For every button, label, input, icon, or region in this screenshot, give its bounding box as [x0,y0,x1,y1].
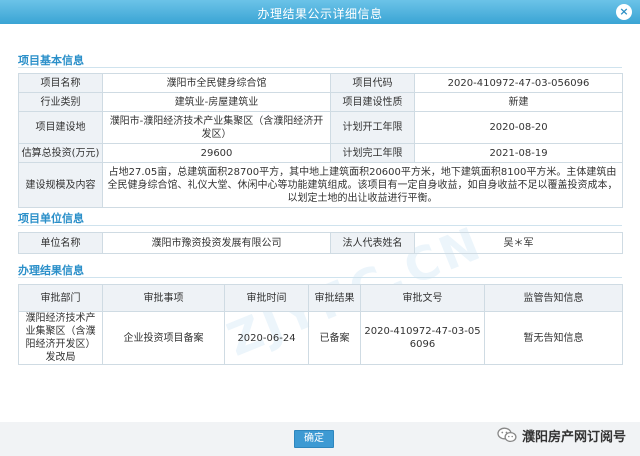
column-header: 审批结果 [308,284,361,312]
window-title: 办理结果公示详细信息 [257,7,383,21]
table-row: 估算总投资(万元) 29600 计划完工年限 2021-08-19 [18,143,623,163]
scale-content-cell: 占地27.05亩，总建筑面积28700平方，其中地上建筑面积20600平方米，地… [102,162,623,208]
table-row: 项目名称 濮阳市全民健身综合馆 项目代码 2020-410972-47-03-0… [18,73,623,93]
dialog-content: ZJYFC.CN 项目基本信息 项目名称 濮阳市全民健身综合馆 项目代码 202… [0,24,640,422]
column-header: 审批事项 [102,284,225,312]
unit-info-table: 单位名称 濮阳市豫资投资发展有限公司 法人代表姓名 吴＊军 [18,232,623,254]
label-cell: 项目名称 [18,73,103,93]
table-header-row: 审批部门 审批事项 审批时间 审批结果 审批文号 监管告知信息 [18,284,623,312]
basic-info-table: 项目名称 濮阳市全民健身综合馆 项目代码 2020-410972-47-03-0… [18,73,623,208]
section-title-unit: 项目单位信息 [18,212,84,225]
value-cell: 吴＊军 [414,232,623,254]
label-cell: 行业类别 [18,92,103,112]
confirm-button[interactable]: 确定 [294,430,334,448]
label-cell: 法人代表姓名 [330,232,415,254]
label-cell: 单位名称 [18,232,103,254]
label-cell: 项目建设性质 [330,92,415,112]
value-cell: 濮阳市-濮阳经济技术产业集聚区（含濮阳经济开发区） [102,111,331,144]
doc-no-cell: 2020-410972-47-03-056096 [360,311,485,365]
dialog-footer: 确定 濮阳房产网订阅号 [0,422,640,456]
column-header: 审批时间 [224,284,309,312]
value-cell: 2020-410972-47-03-056096 [414,73,623,93]
column-header: 审批文号 [360,284,485,312]
result-table: 审批部门 审批事项 审批时间 审批结果 审批文号 监管告知信息 濮阳经济技术产业… [18,284,623,365]
table-row: 建设规模及内容 占地27.05亩，总建筑面积28700平方，其中地上建筑面积20… [18,162,623,208]
column-header: 监管告知信息 [484,284,623,312]
close-icon[interactable]: × [616,4,632,20]
label-cell: 计划完工年限 [330,143,415,163]
title-bar: 办理结果公示详细信息 × [0,0,640,24]
label-cell: 项目代码 [330,73,415,93]
column-header: 审批部门 [18,284,103,312]
section-title-result: 办理结果信息 [18,264,84,277]
table-row: 单位名称 濮阳市豫资投资发展有限公司 法人代表姓名 吴＊军 [18,232,623,254]
value-cell: 濮阳市豫资投资发展有限公司 [102,232,331,254]
notice-cell: 暂无告知信息 [484,311,623,365]
label-cell: 计划开工年限 [330,111,415,144]
value-cell: 2020-08-20 [414,111,623,144]
value-cell: 2021-08-19 [414,143,623,163]
wechat-icon [497,427,517,443]
value-cell: 建筑业-房屋建筑业 [102,92,331,112]
divider [18,225,622,226]
dept-cell: 濮阳经济技术产业集聚区（含濮阳经济开发区）发改局 [18,311,103,365]
section-title-basic: 项目基本信息 [18,54,84,67]
value-cell: 濮阳市全民健身综合馆 [102,73,331,93]
time-cell: 2020-06-24 [224,311,309,365]
table-row: 濮阳经济技术产业集聚区（含濮阳经济开发区）发改局 企业投资项目备案 2020-0… [18,311,623,365]
divider [18,67,622,68]
label-cell: 建设规模及内容 [18,162,103,208]
item-cell: 企业投资项目备案 [102,311,225,365]
value-cell: 新建 [414,92,623,112]
label-cell: 项目建设地 [18,111,103,144]
table-row: 项目建设地 濮阳市-濮阳经济技术产业集聚区（含濮阳经济开发区） 计划开工年限 2… [18,111,623,144]
divider [18,277,622,278]
result-cell: 已备案 [308,311,361,365]
label-cell: 估算总投资(万元) [18,143,103,163]
brand-text: 濮阳房产网订阅号 [521,429,626,445]
value-cell: 29600 [102,143,331,163]
table-row: 行业类别 建筑业-房屋建筑业 项目建设性质 新建 [18,92,623,112]
brand-badge: 濮阳房产网订阅号 [497,424,626,446]
